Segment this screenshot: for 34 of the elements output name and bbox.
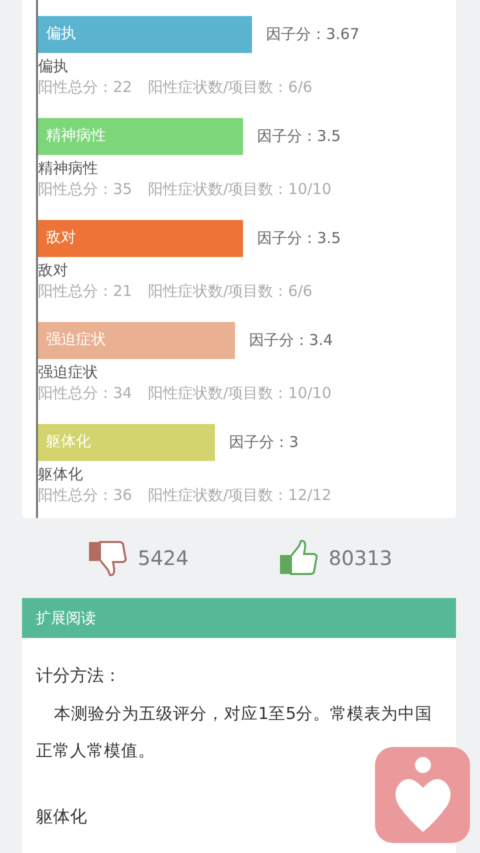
paragraph: 本测验分为五级评分，对应1至5分。常模表为中国正常人常模值。 xyxy=(36,703,434,762)
positive-total: 阳性总分：35 xyxy=(38,180,132,199)
symptom-count: 阳性症状数/项目数：6/6 xyxy=(148,78,312,97)
heart-button[interactable] xyxy=(375,747,470,843)
symptom-count: 阳性症状数/项目数：12/12 xyxy=(148,486,332,505)
factor-score: 因子分：3 xyxy=(229,433,299,452)
positive-total: 阳性总分：22 xyxy=(38,78,132,97)
bar-label: 敌对 xyxy=(46,228,76,247)
like-count: 80313 xyxy=(328,546,392,570)
bar-label: 精神病性 xyxy=(46,126,106,145)
factor-label: 敌对 xyxy=(38,261,69,280)
bar-label: 偏执 xyxy=(46,24,76,43)
symptom-count: 阳性症状数/项目数：6/6 xyxy=(148,282,312,301)
section-header: 扩展阅读 xyxy=(22,598,456,638)
positive-total: 阳性总分：34 xyxy=(38,384,132,403)
factor-score: 因子分：3.5 xyxy=(257,127,341,146)
bar-label: 躯体化 xyxy=(46,432,91,451)
dislike-count: 5424 xyxy=(138,546,189,570)
factor-label: 偏执 xyxy=(38,57,69,76)
symptom-count: 阳性症状数/项目数：10/10 xyxy=(148,384,332,403)
factor-score: 因子分：3.67 xyxy=(266,25,360,44)
factor-score: 因子分：3.4 xyxy=(249,331,333,350)
positive-total: 阳性总分：36 xyxy=(38,486,132,505)
factor-label: 精神病性 xyxy=(38,159,99,178)
thumbs-up-icon[interactable] xyxy=(278,540,319,576)
factor-score: 因子分：3.5 xyxy=(257,229,341,248)
positive-total: 阳性总分：21 xyxy=(38,282,132,301)
factor-label: 躯体化 xyxy=(38,465,84,484)
symptom-count: 阳性症状数/项目数：10/10 xyxy=(148,180,332,199)
section-heading: 计分方法： xyxy=(36,665,122,688)
factor-label: 强迫症状 xyxy=(38,363,99,382)
subheading: 躯体化 xyxy=(36,806,88,829)
bar-label: 强迫症状 xyxy=(46,330,106,349)
thumbs-down-icon[interactable] xyxy=(88,540,128,576)
